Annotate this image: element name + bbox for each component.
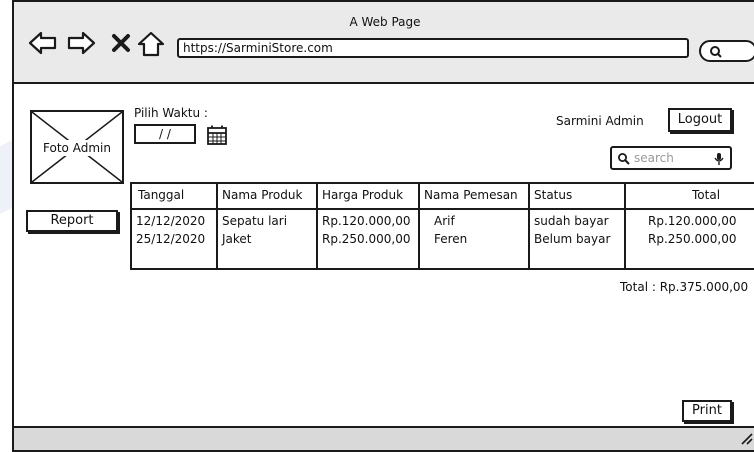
header-harga-produk: Harga Produk	[322, 188, 404, 202]
date-filter-label: Pilih Waktu :	[134, 106, 208, 120]
search-icon	[618, 153, 630, 165]
admin-name: Sarmini Admin	[556, 114, 644, 128]
cell-harga-produk: Rp.250.000,00	[322, 232, 411, 246]
microphone-icon[interactable]	[713, 152, 725, 166]
header-nama-produk: Nama Produk	[222, 188, 303, 202]
browser-search-button[interactable]	[699, 40, 754, 62]
header-tanggal: Tanggal	[138, 188, 185, 202]
forward-arrow-icon[interactable]	[66, 30, 96, 56]
cell-tanggal: 25/12/2020	[136, 232, 206, 246]
search-input[interactable]: search	[610, 146, 732, 170]
column-divider	[528, 184, 530, 268]
column-divider	[216, 184, 218, 268]
header-status: Status	[534, 188, 573, 202]
resize-handle-icon[interactable]	[740, 432, 754, 446]
header-total: Total	[692, 188, 721, 202]
report-button[interactable]: Report	[26, 210, 118, 232]
cell-total: Rp.250.000,00	[648, 232, 737, 246]
search-placeholder: search	[634, 151, 674, 165]
browser-titlebar: A Web Page https://SarminiStore.com	[14, 2, 754, 84]
header-nama-pemesan: Nama Pemesan	[424, 188, 518, 202]
calendar-icon[interactable]	[206, 124, 228, 146]
admin-photo: Foto Admin	[30, 110, 124, 184]
column-divider	[624, 184, 626, 268]
back-arrow-icon[interactable]	[28, 30, 58, 56]
stop-icon[interactable]	[111, 33, 131, 53]
window-title: A Web Page	[349, 15, 421, 29]
browser-window: A Web Page https://SarminiStore.com Foto…	[12, 0, 754, 452]
date-input[interactable]: / /	[134, 124, 196, 144]
logout-button[interactable]: Logout	[668, 108, 732, 132]
admin-photo-label: Foto Admin	[32, 140, 122, 156]
search-icon	[710, 46, 722, 58]
column-divider	[316, 184, 318, 268]
transactions-table: Tanggal Nama Produk Harga Produk Nama Pe…	[130, 182, 754, 270]
cell-status: Belum bayar	[534, 232, 611, 246]
cell-nama-produk: Sepatu lari	[222, 214, 288, 228]
home-icon[interactable]	[136, 30, 166, 58]
cell-harga-produk: Rp.120.000,00	[322, 214, 411, 228]
cell-nama-produk: Jaket	[222, 232, 252, 246]
print-button[interactable]: Print	[682, 400, 732, 422]
cell-status: sudah bayar	[534, 214, 609, 228]
status-bar	[14, 426, 754, 450]
url-bar[interactable]: https://SarminiStore.com	[177, 38, 689, 58]
table-header-row: Tanggal Nama Produk Harga Produk Nama Pe…	[132, 184, 754, 210]
cell-tanggal: 12/12/2020	[136, 214, 206, 228]
column-divider	[418, 184, 420, 268]
cell-nama-pemesan: Arif	[434, 214, 455, 228]
cell-total: Rp.120.000,00	[648, 214, 737, 228]
grand-total: Total : Rp.375.000,00	[620, 280, 749, 294]
cell-nama-pemesan: Feren	[434, 232, 468, 246]
